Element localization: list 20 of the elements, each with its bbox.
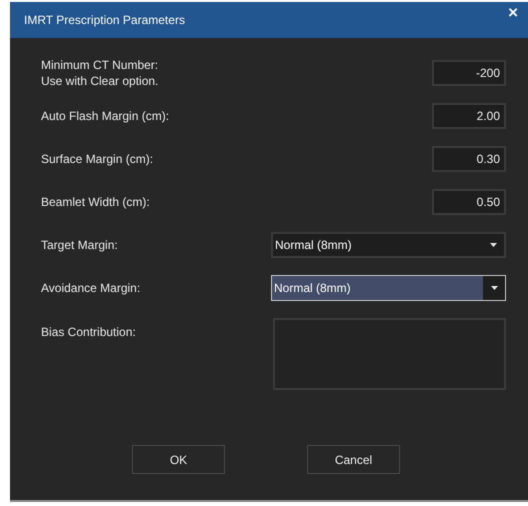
dialog-button[interactable]: OK bbox=[132, 445, 225, 474]
number-field[interactable]: 2.00 bbox=[432, 103, 506, 129]
field-label: Auto Flash Margin (cm): bbox=[41, 108, 170, 124]
close-button[interactable]: × bbox=[504, 4, 522, 21]
number-field[interactable]: 0.30 bbox=[432, 146, 506, 172]
window-title: IMRT Prescription Parameters bbox=[24, 12, 185, 29]
field-label: Avoidance Margin: bbox=[41, 280, 140, 296]
dialog-button[interactable]: Cancel bbox=[307, 445, 400, 474]
dropdown[interactable]: Normal (8mm) bbox=[271, 275, 506, 301]
field-label: Target Margin: bbox=[41, 237, 118, 253]
caret-icon bbox=[490, 243, 496, 247]
number-field[interactable]: 0.50 bbox=[432, 189, 506, 215]
caret-icon bbox=[490, 286, 498, 290]
field-label: Bias Contribution: bbox=[41, 325, 136, 339]
field-label: Beamlet Width (cm): bbox=[41, 194, 150, 210]
field-label: Minimum CT Number: Use with Clear option. bbox=[41, 57, 158, 89]
dropdown[interactable]: Normal (8mm) bbox=[271, 232, 506, 258]
number-field[interactable]: -200 bbox=[432, 60, 506, 86]
field-label: Surface Margin (cm): bbox=[41, 151, 154, 167]
text-area[interactable] bbox=[273, 318, 506, 390]
